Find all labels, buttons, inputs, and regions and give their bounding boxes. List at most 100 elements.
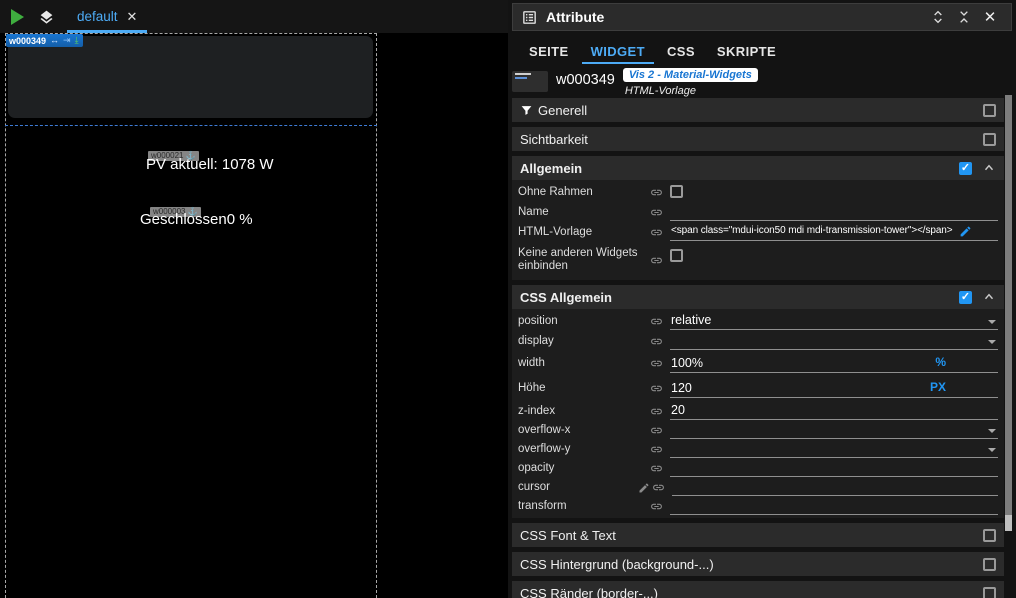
chevron-up-icon[interactable]: [982, 290, 996, 304]
attr-row-transform: transform: [512, 497, 1004, 516]
section-css-allgemein[interactable]: CSS Allgemein ✓: [512, 285, 1004, 309]
cursor-input[interactable]: [672, 479, 998, 495]
tab-seite[interactable]: SEITE: [518, 40, 580, 62]
link-icon[interactable]: [650, 315, 663, 328]
overflow-y-select[interactable]: [670, 441, 998, 458]
link-icon[interactable]: [650, 206, 663, 219]
attr-label: z-index: [518, 405, 650, 418]
tab-widget[interactable]: WIDGET: [580, 40, 656, 62]
section-allgemein[interactable]: Allgemein ✓: [512, 156, 1004, 180]
view-tab-close-icon[interactable]: ✕: [127, 9, 138, 25]
section-css-raender[interactable]: CSS Ränder (border-...): [512, 581, 1004, 598]
z-index-input[interactable]: [670, 403, 998, 419]
close-panel-icon[interactable]: ✕: [977, 8, 1003, 26]
transform-input[interactable]: [670, 498, 998, 514]
edit-pencil-icon[interactable]: [959, 225, 972, 238]
keine-widgets-checkbox[interactable]: [670, 249, 683, 262]
selected-widget-bottom-edge: [5, 125, 377, 126]
text-widget-pv[interactable]: PV aktuell: 1078 W: [146, 156, 274, 173]
section-title: Allgemein: [520, 161, 959, 176]
link-icon[interactable]: [650, 424, 663, 437]
dropdown-caret-icon[interactable]: [988, 340, 996, 344]
overflow-x-value[interactable]: [670, 422, 998, 438]
attr-row-z-index: z-index: [512, 401, 1004, 421]
link-icon[interactable]: [650, 443, 663, 456]
collapse-all-icon[interactable]: [951, 9, 977, 25]
attr-label: Höhe: [518, 382, 650, 395]
layers-icon[interactable]: [37, 7, 56, 26]
unfold-all-icon[interactable]: [925, 9, 951, 25]
width-input[interactable]: [670, 356, 935, 372]
attr-label: position: [518, 315, 650, 328]
hoehe-input[interactable]: [670, 381, 930, 397]
link-icon[interactable]: [650, 500, 663, 513]
widget-anchor-icon[interactable]: ↔: [50, 36, 59, 45]
section-generell[interactable]: Generell: [512, 98, 1004, 122]
link-icon[interactable]: [650, 254, 663, 267]
link-icon[interactable]: [650, 226, 663, 239]
section-sichtbarkeit[interactable]: Sichtbarkeit: [512, 127, 1004, 151]
overflow-x-select[interactable]: [670, 422, 998, 439]
widget-set-badge[interactable]: Vis 2 - Material-Widgets: [623, 68, 758, 82]
attr-row-name: Name: [512, 202, 1004, 222]
name-input[interactable]: [670, 204, 998, 220]
view-tab-default[interactable]: default ✕: [67, 0, 147, 33]
attr-row-width: width %: [512, 351, 1004, 376]
section-title: CSS Font & Text: [520, 528, 983, 543]
filter-icon: [520, 104, 533, 117]
opacity-input[interactable]: [670, 460, 998, 476]
section-allgemein-checkbox[interactable]: ✓: [959, 162, 972, 175]
display-select[interactable]: [670, 333, 998, 350]
chevron-up-icon[interactable]: [982, 161, 996, 175]
selected-widget-tag[interactable]: w000349 ↔ ⇥ ⤓: [6, 34, 83, 47]
attr-row-overflow-x: overflow-x: [512, 421, 1004, 440]
position-select[interactable]: [670, 313, 998, 330]
attr-label: overflow-y: [518, 443, 650, 456]
attr-label: cursor: [518, 481, 634, 494]
panel-scrollbar-thumb[interactable]: [1005, 95, 1012, 515]
html-vorlage-input[interactable]: [670, 225, 998, 240]
attr-label: Keine anderen Widgets einbinden: [518, 247, 650, 273]
section-css-font[interactable]: CSS Font & Text: [512, 523, 1004, 547]
text-widget-geschlossen[interactable]: Geschlossen0 %: [140, 211, 253, 228]
section-sichtbarkeit-checkbox[interactable]: [983, 133, 996, 146]
hoehe-unit-button[interactable]: PX: [930, 380, 998, 397]
view-canvas[interactable]: w000349 ↔ ⇥ ⤓ w000021 ⚓ PV aktuell: 1078…: [0, 33, 508, 598]
panel-scrollbar-end: [1005, 515, 1012, 531]
section-css-font-checkbox[interactable]: [983, 529, 996, 542]
selected-widget-body[interactable]: [8, 36, 373, 118]
tab-skripte[interactable]: SKRIPTE: [706, 40, 787, 62]
section-allgemein-body: Ohne Rahmen Name HTML-Vorlage: [512, 180, 1004, 280]
attribute-panel-header: Attribute ✕: [512, 3, 1012, 31]
attr-label: transform: [518, 500, 650, 513]
ohne-rahmen-checkbox[interactable]: [670, 185, 683, 198]
play-icon[interactable]: [11, 9, 24, 25]
overflow-y-value[interactable]: [670, 441, 998, 457]
section-css-allgemein-checkbox[interactable]: ✓: [959, 291, 972, 304]
attr-row-html-vorlage: HTML-Vorlage: [512, 222, 1004, 242]
tab-css[interactable]: CSS: [656, 40, 706, 62]
attr-label: display: [518, 335, 650, 348]
position-value[interactable]: [670, 313, 998, 329]
section-css-hintergrund-checkbox[interactable]: [983, 558, 996, 571]
dropdown-caret-icon[interactable]: [988, 320, 996, 324]
link-icon[interactable]: [650, 186, 663, 199]
link-icon[interactable]: [650, 382, 663, 395]
attribute-panel: Attribute ✕ SEITE WIDGET CSS SKRIPTE w00…: [508, 0, 1016, 598]
display-value[interactable]: [670, 333, 998, 349]
width-unit-button[interactable]: %: [935, 355, 998, 372]
widget-resize-icon[interactable]: ⤓: [75, 36, 79, 45]
attr-label: HTML-Vorlage: [518, 226, 650, 239]
dropdown-caret-icon[interactable]: [988, 448, 996, 452]
cursor-pencil-icon[interactable]: [638, 482, 650, 494]
dropdown-caret-icon[interactable]: [988, 429, 996, 433]
link-icon[interactable]: [650, 357, 663, 370]
section-css-hintergrund[interactable]: CSS Hintergrund (background-...): [512, 552, 1004, 576]
link-icon[interactable]: [650, 462, 663, 475]
link-icon[interactable]: [650, 335, 663, 348]
widget-expand-icon[interactable]: ⇥: [63, 36, 71, 45]
link-icon[interactable]: [652, 481, 665, 494]
link-icon[interactable]: [650, 405, 663, 418]
section-css-raender-checkbox[interactable]: [983, 587, 996, 598]
section-generell-checkbox[interactable]: [983, 104, 996, 117]
